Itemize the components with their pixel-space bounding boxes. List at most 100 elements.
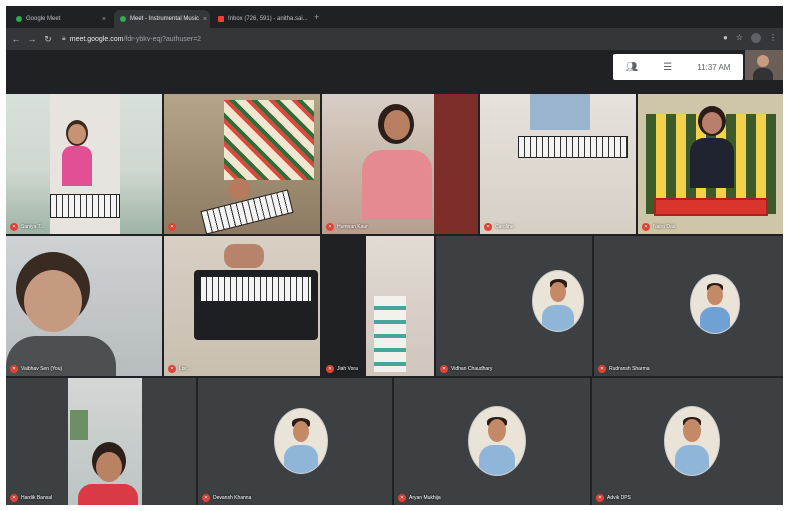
new-tab-button[interactable]: +: [314, 12, 319, 22]
meet-favicon-icon: [120, 16, 126, 22]
video-feed-person-face: [384, 110, 410, 140]
avatar-shirt: [674, 445, 710, 475]
mic-off-icon: ✕: [168, 223, 176, 231]
participant-name: ✕: [168, 223, 179, 231]
mic-off-icon: ✕: [10, 365, 18, 373]
mic-off-icon: ✕: [10, 494, 18, 502]
participant-name-label: Hardik Bansal: [21, 495, 53, 501]
avatar-shirt: [284, 444, 318, 473]
participant-name-label: Advik DPS: [607, 495, 631, 501]
participant-name: ✕ Hardik Bansal: [10, 494, 52, 502]
avatar-shirt: [542, 304, 574, 331]
participant-tile[interactable]: ✕ Vidhan Chaudhary: [436, 236, 592, 376]
avatar: [664, 406, 720, 476]
close-tab-icon[interactable]: ×: [102, 16, 106, 23]
self-view-thumbnail[interactable]: [745, 50, 783, 80]
participant-name: ✕ Caroline: [484, 223, 514, 231]
lock-icon[interactable]: 🔒︎: [62, 35, 66, 43]
self-view-head: [757, 55, 769, 67]
participant-tile[interactable]: ✕ Aryan Mukhija: [394, 378, 590, 505]
participant-tile[interactable]: ✕ Saniya T...: [6, 94, 162, 234]
participant-name: ✕ Advik DPS: [596, 494, 631, 502]
participant-tile[interactable]: ✕ Lor...: [164, 236, 320, 376]
video-feed-person-face: [702, 112, 722, 134]
meet-top-bar: 👥︎ ☰ 11:37 AM: [613, 54, 743, 80]
participant-tile[interactable]: ✕ Devansh Khanna: [198, 378, 392, 505]
toolbar-actions: ● ☆ ⋮: [723, 33, 777, 43]
forward-icon[interactable]: →: [26, 34, 38, 44]
participant-name-label: Humnan Kaur: [337, 224, 368, 230]
avatar-face: [707, 285, 723, 306]
tab-inbox[interactable]: Inbox (726, 591) - anitha.sai... ×: [212, 10, 310, 28]
tab-google-meet[interactable]: Google Meet ×: [10, 10, 112, 28]
participant-name: ✕ Saniya T...: [10, 223, 44, 231]
back-icon[interactable]: ←: [10, 34, 22, 44]
tab-label: Google Meet: [26, 16, 61, 22]
avatar: [468, 406, 526, 476]
participant-tile[interactable]: ✕ Jiah Vora: [322, 236, 434, 376]
participant-tile[interactable]: ✕ Rudransh Sharma: [594, 236, 783, 376]
people-icon[interactable]: 👥︎: [626, 62, 639, 73]
menu-icon[interactable]: ⋮: [769, 33, 777, 43]
avatar: [532, 270, 584, 332]
tab-meet-instrumental-music[interactable]: Meet - Instrumental Music ×: [114, 10, 210, 28]
extension-icon[interactable]: [751, 33, 761, 43]
self-view-body: [753, 68, 773, 80]
url-path: /fdr-ybkv-eqj?authuser=2: [123, 35, 202, 43]
mic-off-icon: ✕: [168, 365, 176, 373]
video-feed-door: [434, 94, 478, 234]
browser-toolbar: ← → ↻ 🔒︎ meet.google.com/fdr-ybkv-eqj?au…: [6, 28, 783, 50]
participant-tile[interactable]: ✕ Humnan Kaur: [322, 94, 478, 234]
avatar-face: [550, 281, 566, 303]
address-bar[interactable]: meet.google.com/fdr-ybkv-eqj?authuser=2: [70, 36, 201, 43]
reload-icon[interactable]: ↻: [42, 34, 54, 45]
avatar: [274, 408, 328, 474]
participant-name: ✕ Lor...: [168, 365, 190, 373]
video-feed-keyboard: [50, 194, 120, 218]
tab-label: Inbox (726, 591) - anitha.sai...: [228, 16, 308, 22]
participant-name-label: Devansh Khanna: [213, 495, 252, 501]
participant-name-label: Naira Das: [653, 224, 676, 230]
video-feed-person-top: [78, 484, 138, 505]
mic-off-icon: ✕: [326, 365, 334, 373]
participant-tile[interactable]: ✕: [164, 94, 320, 234]
mic-off-icon: ✕: [642, 223, 650, 231]
participant-tile[interactable]: ✕ Hardik Bansal: [6, 378, 196, 505]
avatar-face: [488, 419, 506, 443]
avatar-face: [292, 420, 310, 443]
chat-icon[interactable]: ☰: [663, 62, 672, 73]
gmail-favicon-icon: [218, 16, 224, 22]
browser-tab-strip: Google Meet × Meet - Instrumental Music …: [6, 6, 783, 28]
video-feed-person-top: [62, 146, 92, 186]
mic-off-icon: ✕: [440, 365, 448, 373]
video-feed-person-face: [96, 452, 122, 482]
mic-off-icon: ✕: [598, 365, 606, 373]
video-feed-object: [374, 296, 406, 372]
video-feed-keyboard: [654, 198, 768, 216]
video-feed-shirt: [530, 94, 590, 130]
video-feed-shirt: [224, 100, 314, 180]
participant-name: ✕ Rudransh Sharma: [598, 365, 650, 373]
video-feed-person-face: [24, 270, 82, 332]
camera-icon[interactable]: ●: [723, 33, 728, 43]
participant-tile[interactable]: ✕ Caroline: [480, 94, 636, 234]
tab-label: Meet - Instrumental Music: [130, 16, 200, 22]
meet-favicon-icon: [16, 16, 22, 22]
participant-name: ✕ Vaibhav Sen (You): [10, 365, 62, 373]
participant-name: ✕ Devansh Khanna: [202, 494, 251, 502]
participant-tile[interactable]: ✕ Naira Das: [638, 94, 783, 234]
participant-tile[interactable]: ✕ Advik DPS: [592, 378, 783, 505]
participant-name-label: Jiah Vora: [337, 366, 358, 372]
participant-name: ✕ Aryan Mukhija: [398, 494, 441, 502]
participant-name-label: Aryan Mukhija: [409, 495, 441, 501]
participant-name: ✕ Vidhan Chaudhary: [440, 365, 492, 373]
video-feed-keyboard: [200, 276, 312, 302]
star-icon[interactable]: ☆: [736, 33, 743, 43]
participant-name-label: Lor...: [179, 366, 191, 372]
video-feed-hand: [228, 178, 250, 200]
avatar-shirt: [699, 307, 731, 333]
avatar: [690, 274, 740, 334]
avatar-face: [683, 419, 701, 443]
participant-tile[interactable]: ✕ Vaibhav Sen (You): [6, 236, 162, 376]
close-tab-icon[interactable]: ×: [203, 16, 207, 23]
